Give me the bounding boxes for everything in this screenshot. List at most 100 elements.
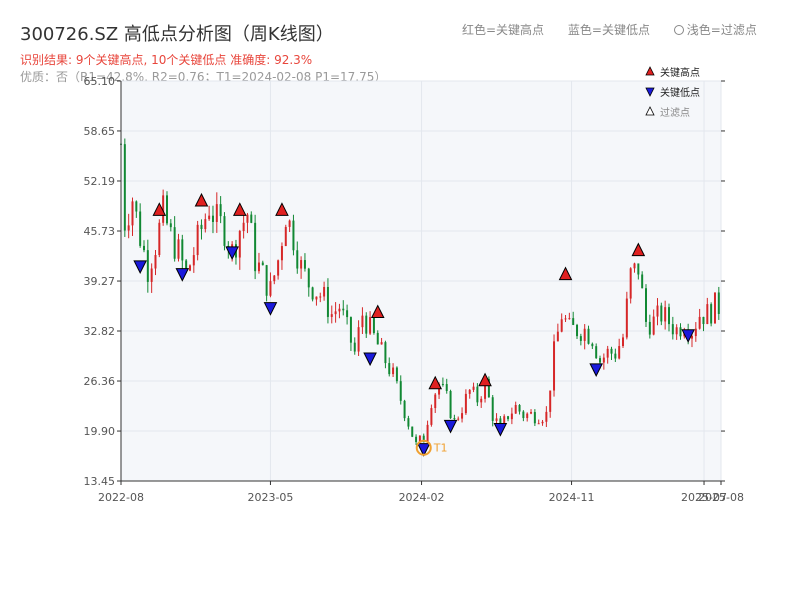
candle-body [142, 245, 145, 251]
candle-body [254, 222, 257, 272]
candle-body [319, 296, 322, 298]
candle-body [637, 263, 640, 275]
candle-body [169, 223, 172, 228]
candle-body [407, 418, 410, 427]
candle-body [595, 346, 598, 359]
candle-body [323, 286, 326, 297]
candle-body [150, 268, 153, 282]
candlestick-chart: T1 13.45 19.90 26.36 32.82 39.27 45.73 52.19 58… [84, 66, 744, 504]
candle-body [200, 224, 203, 230]
candle-body [633, 263, 636, 269]
candle-body [641, 274, 644, 289]
candle-body [618, 346, 621, 359]
candle-body [426, 424, 429, 443]
candle-body [698, 316, 701, 329]
candle-body [349, 317, 352, 343]
candle-body [625, 298, 628, 338]
candle-body [315, 296, 318, 300]
legend-symbol-up [645, 66, 655, 76]
candle-body [629, 268, 632, 299]
candle-body [530, 412, 533, 414]
candle-body [326, 286, 329, 317]
candle-body [346, 310, 349, 318]
candle-body [537, 423, 540, 425]
candle-body [533, 412, 536, 424]
y-tick-label: 52.19 [84, 175, 116, 188]
candle-body [242, 222, 245, 232]
y-tick-label: 32.82 [84, 325, 116, 338]
candle-body [675, 327, 678, 335]
candle-body [411, 426, 414, 437]
candle-body [399, 381, 402, 401]
candle-body [457, 418, 460, 420]
candle-body [713, 292, 716, 324]
candle-body [288, 220, 291, 227]
candle-body [334, 311, 337, 315]
candle-body [660, 305, 663, 322]
candle-body [165, 195, 168, 224]
candle-body [553, 341, 556, 391]
candle-body [491, 397, 494, 421]
candle-body [556, 331, 559, 342]
candle-body [307, 268, 310, 288]
y-tick-label: 39.27 [84, 275, 116, 288]
candle-body [392, 367, 395, 375]
candle-body [330, 314, 333, 317]
candle-body [679, 327, 682, 337]
candle-body [181, 239, 184, 261]
x-tick-label: 2024-11 [549, 491, 595, 504]
legend-label: 关键低点 [660, 86, 700, 99]
candle-body [652, 316, 655, 335]
candle-body [522, 411, 525, 419]
y-tick-label: 58.65 [84, 125, 116, 138]
candle-body [472, 386, 475, 390]
candle-body [579, 336, 582, 341]
y-tick-label: 13.45 [84, 475, 116, 488]
candle-body [495, 418, 498, 421]
candle-body [602, 357, 605, 363]
candle-body [158, 222, 161, 256]
y-tick-label: 26.36 [84, 375, 116, 388]
candle-body [702, 316, 705, 325]
candle-body [645, 288, 647, 322]
candle-body [173, 227, 176, 259]
candle-body [461, 413, 464, 419]
candle-body [445, 384, 448, 392]
candle-body [131, 201, 134, 226]
candle-body [706, 304, 709, 325]
candle-body [376, 332, 379, 345]
y-tick-label: 65.10 [84, 75, 116, 88]
candle-body [403, 400, 406, 419]
candle-body [480, 398, 483, 403]
candle-body [667, 307, 670, 325]
candle-body [246, 214, 249, 223]
candle-body [518, 405, 521, 412]
candle-body [257, 262, 260, 272]
x-tick-label: 2024-02 [399, 491, 445, 504]
candle-body [284, 226, 287, 247]
candle-body [507, 416, 510, 420]
candle-body [587, 328, 590, 344]
candle-body [430, 408, 433, 425]
candle-body [296, 250, 299, 269]
candle-body [357, 327, 360, 352]
candle-body [384, 342, 387, 364]
candle-body [671, 324, 674, 335]
candle-body [219, 204, 222, 217]
candle-body [434, 394, 437, 409]
candle-body [369, 317, 372, 334]
legend-label: 过滤点 [660, 106, 690, 119]
candle-body [139, 211, 142, 246]
candle-body [277, 260, 280, 276]
candle-body [541, 421, 544, 424]
candle-body [599, 358, 602, 363]
candle-body [146, 250, 149, 282]
candle-body [441, 383, 444, 385]
candle-body [123, 144, 126, 231]
candle-body [303, 260, 306, 269]
candle-body [292, 220, 295, 251]
candle-body [342, 308, 345, 311]
candle-body [215, 204, 218, 222]
candle-body [468, 389, 471, 394]
y-tick-label: 19.90 [84, 425, 116, 438]
